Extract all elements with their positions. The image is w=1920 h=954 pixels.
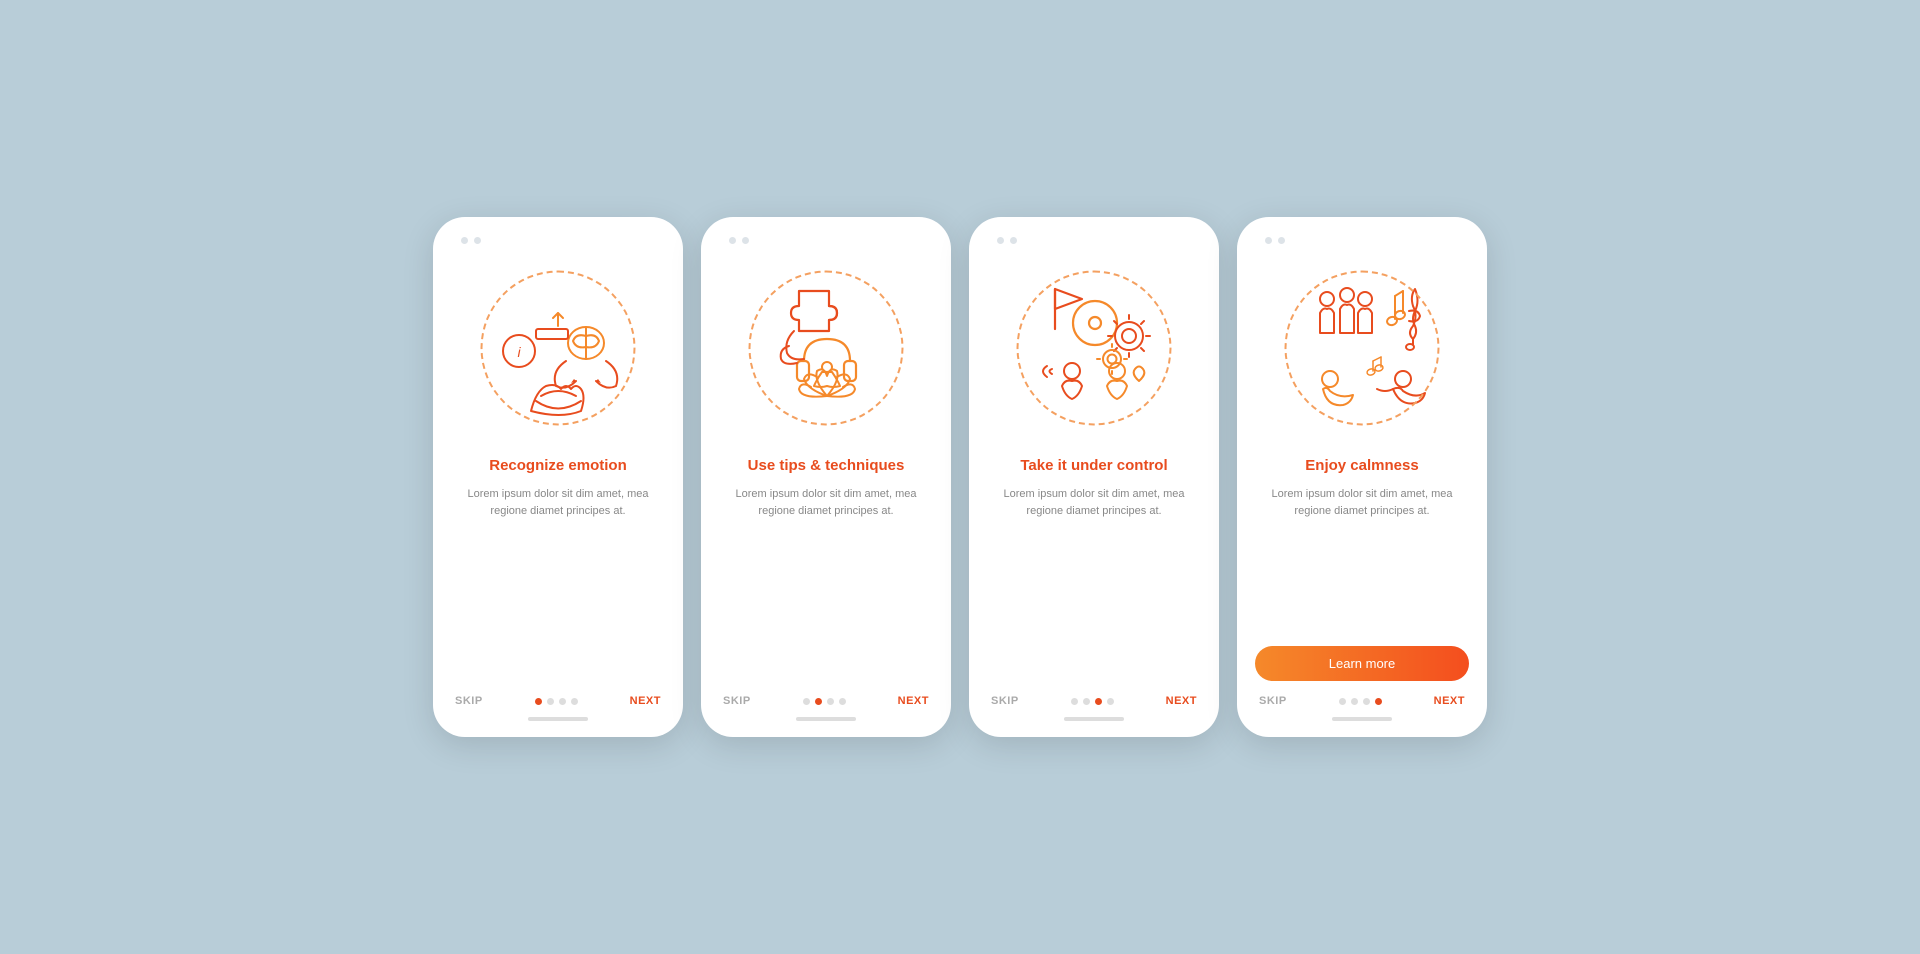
skip-button-1[interactable]: SKIP (455, 695, 483, 707)
nav-dot (559, 698, 566, 705)
learn-more-button[interactable]: Learn more (1255, 646, 1469, 681)
next-button-4[interactable]: NEXT (1434, 695, 1465, 707)
top-dot (474, 237, 481, 244)
phone-card-3: Take it under control Lorem ipsum dolor … (969, 217, 1219, 737)
nav-dots-4 (1339, 698, 1382, 705)
nav-dot (827, 698, 834, 705)
screen-desc-1: Lorem ipsum dolor sit dim amet, mea regi… (451, 486, 665, 680)
top-dot (1265, 237, 1272, 244)
nav-bar-4: SKIP NEXT (1255, 695, 1469, 707)
top-bar-4 (1265, 237, 1285, 244)
screen-title-3: Take it under control (1020, 456, 1167, 476)
next-button-1[interactable]: NEXT (630, 695, 661, 707)
top-bar-1 (461, 237, 481, 244)
screen-desc-3: Lorem ipsum dolor sit dim amet, mea regi… (987, 486, 1201, 680)
phone-card-2: Use tips & techniques Lorem ipsum dolor … (701, 217, 951, 737)
top-dot (461, 237, 468, 244)
nav-bar-1: SKIP NEXT (451, 695, 665, 707)
screen-desc-4: Lorem ipsum dolor sit dim amet, mea regi… (1255, 486, 1469, 631)
nav-dot (1363, 698, 1370, 705)
nav-dot (1071, 698, 1078, 705)
top-dot (742, 237, 749, 244)
nav-dot (803, 698, 810, 705)
screen-title-1: Recognize emotion (489, 456, 627, 476)
illustration-area-2 (736, 258, 916, 438)
home-indicator-1 (528, 717, 588, 721)
nav-dot (547, 698, 554, 705)
phone-card-4: Enjoy calmness Lorem ipsum dolor sit dim… (1237, 217, 1487, 737)
next-button-2[interactable]: NEXT (898, 695, 929, 707)
top-bar-3 (997, 237, 1017, 244)
nav-bar-2: SKIP NEXT (719, 695, 933, 707)
nav-dot (815, 698, 822, 705)
home-indicator-3 (1064, 717, 1124, 721)
screen-title-2: Use tips & techniques (748, 456, 905, 476)
nav-dot (1095, 698, 1102, 705)
screen-title-4: Enjoy calmness (1305, 456, 1418, 476)
nav-dots-2 (803, 698, 846, 705)
home-indicator-4 (1332, 717, 1392, 721)
top-dot (1010, 237, 1017, 244)
phone-card-1: i (433, 217, 683, 737)
illustration-area-3 (1004, 258, 1184, 438)
nav-dot (1351, 698, 1358, 705)
top-dot (729, 237, 736, 244)
nav-bar-3: SKIP NEXT (987, 695, 1201, 707)
top-dot (997, 237, 1004, 244)
dashed-circle (1017, 271, 1172, 426)
dashed-circle (1285, 271, 1440, 426)
skip-button-3[interactable]: SKIP (991, 695, 1019, 707)
screens-container: i (433, 217, 1487, 737)
nav-dot (1375, 698, 1382, 705)
home-indicator-2 (796, 717, 856, 721)
nav-dot (1107, 698, 1114, 705)
next-button-3[interactable]: NEXT (1166, 695, 1197, 707)
skip-button-2[interactable]: SKIP (723, 695, 751, 707)
nav-dots-3 (1071, 698, 1114, 705)
nav-dot (1083, 698, 1090, 705)
illustration-area-1: i (468, 258, 648, 438)
nav-dot (839, 698, 846, 705)
screen-desc-2: Lorem ipsum dolor sit dim amet, mea regi… (719, 486, 933, 680)
nav-dots-1 (535, 698, 578, 705)
skip-button-4[interactable]: SKIP (1259, 695, 1287, 707)
top-bar-2 (729, 237, 749, 244)
dashed-circle (481, 271, 636, 426)
dashed-circle (749, 271, 904, 426)
nav-dot (571, 698, 578, 705)
nav-dot (1339, 698, 1346, 705)
nav-dot (535, 698, 542, 705)
top-dot (1278, 237, 1285, 244)
illustration-area-4 (1272, 258, 1452, 438)
